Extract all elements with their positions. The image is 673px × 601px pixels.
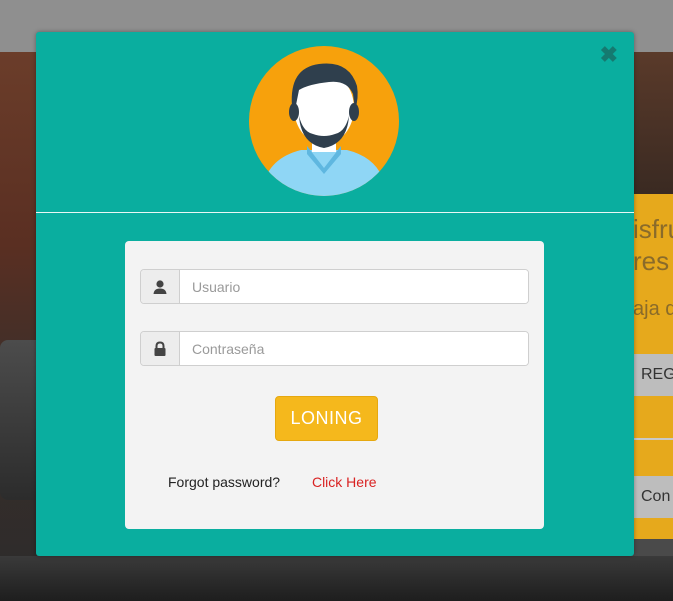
login-form: LONING Forgot password? Click Here <box>125 241 544 529</box>
user-icon <box>141 270 180 303</box>
forgot-password-row: Forgot password? Click Here <box>168 474 377 490</box>
login-modal: ✖ Usuario LONING Forgot password? Click … <box>36 32 634 556</box>
background-photo-right <box>633 52 673 194</box>
background-contact-button: Con <box>633 476 673 518</box>
background-photo-left <box>0 52 40 601</box>
background-heading-line1: isfru <box>633 214 673 244</box>
user-avatar-icon <box>249 46 399 196</box>
background-street <box>0 556 673 601</box>
login-button[interactable]: LONING <box>275 396 378 441</box>
username-input[interactable] <box>180 270 528 303</box>
password-field-group <box>140 331 529 366</box>
background-subheading: aja d <box>633 298 673 320</box>
close-icon[interactable]: ✖ <box>600 44 618 66</box>
forgot-password-link[interactable]: Click Here <box>312 474 377 490</box>
password-input[interactable] <box>180 332 528 365</box>
background-heading-line2: res <box>633 246 670 276</box>
username-field-group <box>140 269 529 304</box>
forgot-password-text: Forgot password? <box>168 474 281 490</box>
modal-divider <box>36 212 634 213</box>
background-divider <box>633 438 673 440</box>
lock-icon <box>141 332 180 365</box>
background-car-image <box>0 340 36 500</box>
background-register-button: REG <box>633 354 673 396</box>
